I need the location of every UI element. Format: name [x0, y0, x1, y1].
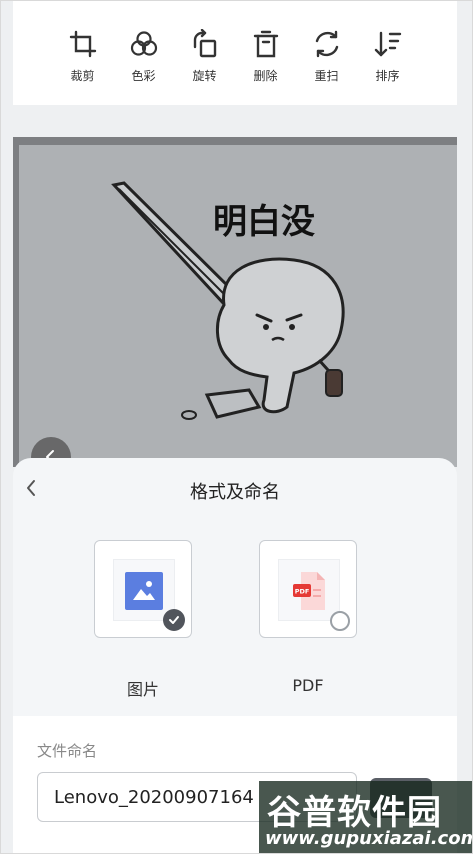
meme-caption: 明白没	[213, 202, 315, 242]
crop-button[interactable]: 裁剪	[52, 1, 113, 105]
delete-label: 删除	[253, 69, 278, 83]
scanned-image[interactable]: 明白没	[13, 137, 457, 467]
pdf-preview: PDF	[278, 559, 340, 621]
rotate-label: 旋转	[192, 69, 217, 83]
rotate-icon	[193, 29, 216, 58]
sort-button[interactable]: 排序	[357, 1, 418, 105]
app-frame: 裁剪 色彩 旋转 删除 重扫 排序 明白没 格式及命名 PDF 图片 PDF 文…	[0, 0, 473, 854]
color-button[interactable]: 色彩	[113, 1, 174, 105]
sort-icon	[374, 31, 401, 57]
delete-button[interactable]: 删除	[235, 1, 296, 105]
format-label-image: 图片	[126, 680, 159, 699]
pdf-icon: PDF	[293, 572, 325, 610]
sheet-title: 格式及命名	[190, 482, 280, 503]
svg-text:PDF: PDF	[295, 588, 310, 596]
edit-toolbar: 裁剪 色彩 旋转 删除 重扫 排序	[13, 1, 457, 105]
watermark-url: www.gupuxiazai.com	[265, 828, 473, 849]
scanned-page: 明白没	[19, 145, 457, 467]
format-label-pdf: PDF	[292, 676, 324, 695]
rescan-label: 重扫	[314, 69, 339, 83]
unselected-radio[interactable]	[330, 611, 350, 631]
image-icon	[125, 572, 163, 610]
color-icon	[130, 31, 157, 56]
color-label: 色彩	[131, 69, 156, 83]
meme-drawing: 明白没	[111, 181, 345, 420]
crop-label: 裁剪	[70, 69, 95, 83]
site-watermark: 谷普软件园 www.gupuxiazai.com	[259, 781, 473, 853]
watermark-title: 谷普软件园	[267, 793, 442, 833]
crop-icon	[69, 30, 96, 58]
rotate-button[interactable]: 旋转	[174, 1, 235, 105]
format-option-image[interactable]	[94, 540, 192, 638]
format-option-pdf[interactable]: PDF	[259, 540, 357, 638]
selected-check-icon	[163, 609, 185, 631]
rescan-button[interactable]: 重扫	[296, 1, 357, 105]
file-name-label: 文件命名	[37, 742, 98, 760]
trash-icon	[253, 30, 278, 58]
rescan-icon	[315, 30, 338, 58]
sort-label: 排序	[375, 69, 400, 83]
